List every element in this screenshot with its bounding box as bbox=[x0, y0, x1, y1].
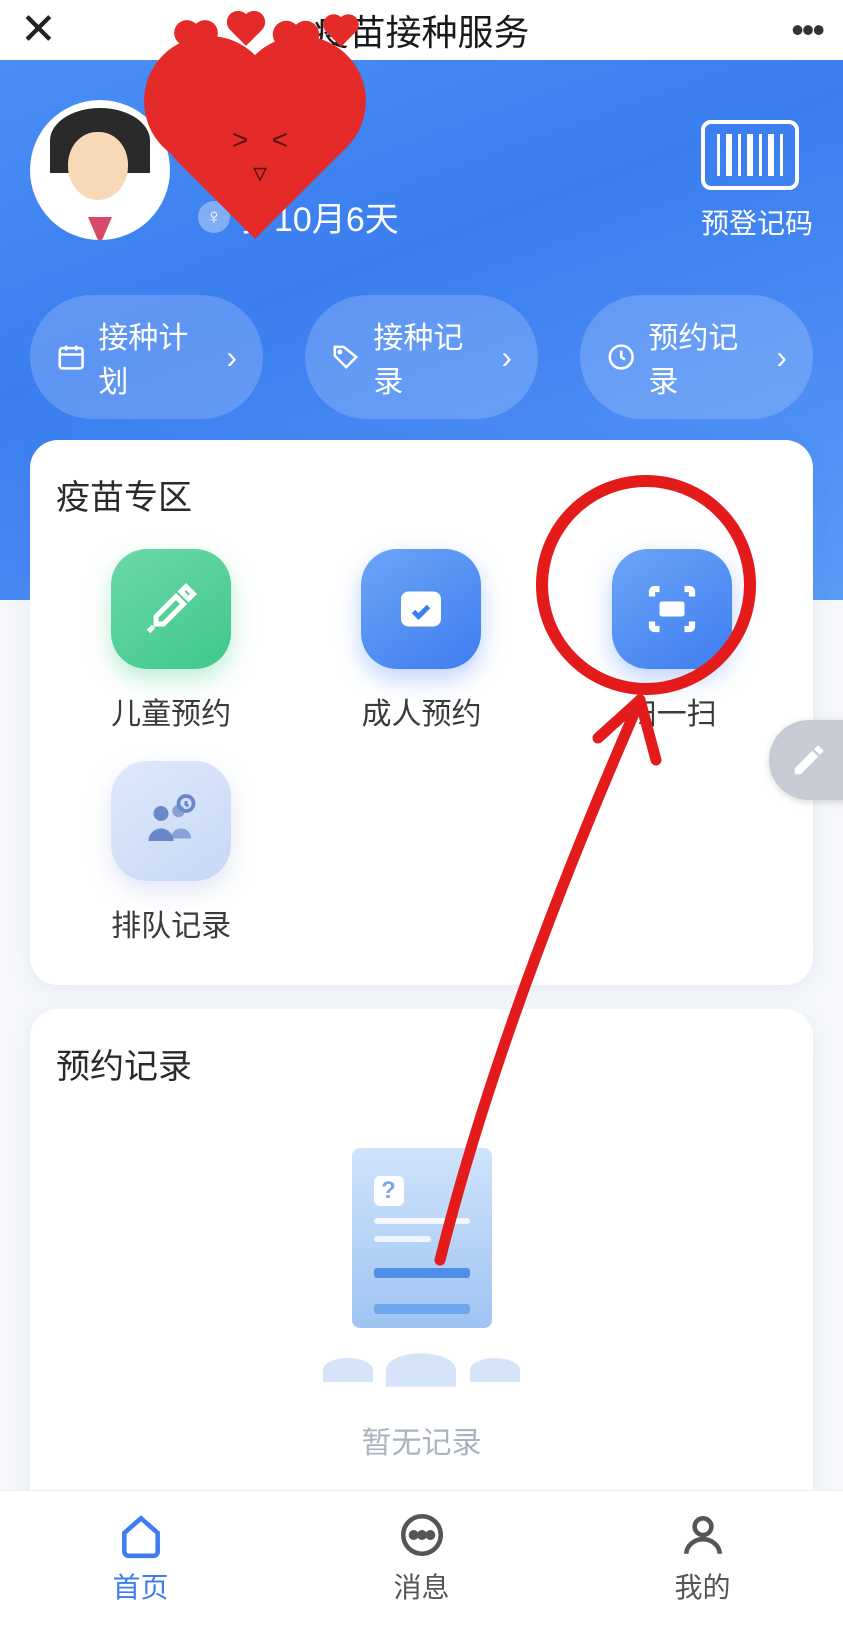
profile-icon bbox=[678, 1510, 728, 1560]
adult-appointment-button[interactable]: 成人预约 bbox=[306, 549, 536, 733]
child-appointment-button[interactable]: 儿童预约 bbox=[56, 549, 286, 733]
empty-state: ? 暂无记录 bbox=[56, 1118, 787, 1482]
messages-icon bbox=[397, 1510, 447, 1560]
user-age-text: 岁10月6天 bbox=[240, 192, 399, 241]
floating-edit-button[interactable] bbox=[769, 720, 843, 800]
user-block: + 添加 ♀ 岁10月6天 bbox=[30, 100, 813, 241]
vaccine-zone-title: 疫苗专区 bbox=[56, 470, 787, 519]
tag-icon bbox=[331, 341, 361, 373]
chevron-right-icon: › bbox=[226, 339, 237, 376]
avatar[interactable] bbox=[30, 100, 170, 240]
nav-messages[interactable]: 消息 bbox=[281, 1491, 562, 1625]
syringe-icon bbox=[111, 549, 231, 669]
page-title: 疫苗接种服务 bbox=[313, 4, 529, 56]
empty-document-icon: ? bbox=[312, 1148, 532, 1378]
barcode-button[interactable]: 预登记码 bbox=[701, 120, 813, 242]
pencil-icon bbox=[790, 741, 828, 779]
scan-button[interactable]: 扫一扫 bbox=[557, 549, 787, 733]
nav-home[interactable]: 首页 bbox=[0, 1491, 281, 1625]
barcode-label: 预登记码 bbox=[701, 202, 813, 242]
chevron-right-icon: › bbox=[776, 339, 787, 376]
gender-icon: ♀ bbox=[198, 201, 230, 233]
content: 疫苗专区 儿童预约 成人预约 扫一扫 bbox=[0, 440, 843, 1549]
records-title: 预约记录 bbox=[56, 1039, 787, 1088]
empty-text: 暂无记录 bbox=[56, 1418, 787, 1462]
vaccination-record-button[interactable]: 接种记录 › bbox=[305, 295, 538, 419]
title-bar: ✕ 疫苗接种服务 ••• bbox=[0, 0, 843, 60]
bottom-nav: 首页 消息 我的 bbox=[0, 1490, 843, 1625]
clock-icon bbox=[606, 341, 636, 373]
calendar-check-icon bbox=[361, 549, 481, 669]
add-person-button[interactable]: + 添加 bbox=[198, 112, 322, 168]
queue-icon bbox=[111, 761, 231, 881]
action-pills-row: 接种计划 › 接种记录 › 预约记录 › bbox=[30, 295, 813, 419]
more-icon[interactable]: ••• bbox=[791, 9, 823, 51]
queue-record-button[interactable]: 排队记录 bbox=[56, 761, 286, 945]
user-age-row: ♀ 岁10月6天 bbox=[198, 192, 399, 241]
chevron-right-icon: › bbox=[501, 339, 512, 376]
home-icon bbox=[116, 1510, 166, 1560]
appointment-records-card: 预约记录 ? 暂无记录 bbox=[30, 1009, 813, 1549]
barcode-icon bbox=[701, 120, 799, 190]
vaccine-zone-card: 疫苗专区 儿童预约 成人预约 扫一扫 bbox=[30, 440, 813, 985]
nav-mine[interactable]: 我的 bbox=[562, 1491, 843, 1625]
calendar-icon bbox=[56, 341, 86, 373]
scan-icon bbox=[612, 549, 732, 669]
vaccination-plan-button[interactable]: 接种计划 › bbox=[30, 295, 263, 419]
appointment-record-button[interactable]: 预约记录 › bbox=[580, 295, 813, 419]
close-icon[interactable]: ✕ bbox=[20, 8, 57, 52]
